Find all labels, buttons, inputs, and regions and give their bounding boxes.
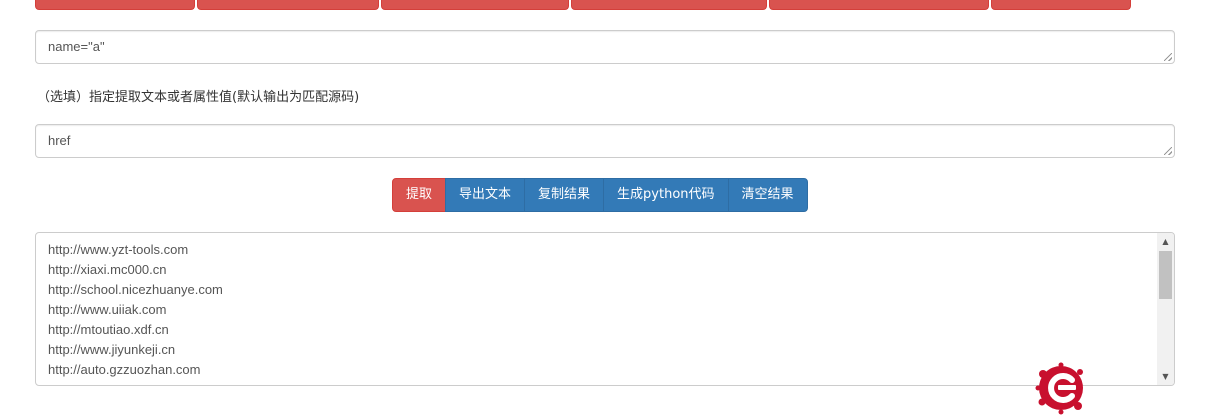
scroll-up-arrow-icon[interactable]: ▲ <box>1157 233 1174 250</box>
top-tab-button[interactable] <box>197 0 379 10</box>
top-button-strip <box>35 0 1131 10</box>
scroll-down-arrow-icon[interactable]: ▼ <box>1157 368 1174 385</box>
attribute-hint-label: （选填）指定提取文本或者属性值(默认输出为匹配源码) <box>37 90 360 105</box>
result-line: http://mtoutiao.xdf.cn <box>48 322 169 337</box>
vertical-scrollbar[interactable]: ▲ ▼ <box>1157 233 1174 385</box>
result-line: http://school.nicezhuanye.com <box>48 282 223 297</box>
extract-button[interactable]: 提取 <box>392 178 447 212</box>
result-line: http://www.yzt-tools.com <box>48 242 189 257</box>
result-line: http://www.jiyunkeji.cn <box>48 342 176 357</box>
generate-python-button[interactable]: 生成python代码 <box>603 178 729 212</box>
selector-input-value: name="a" <box>48 39 105 54</box>
top-tab-button[interactable] <box>381 0 569 10</box>
result-list: http://www.yzt-tools.com http://xiaxi.mc… <box>48 240 223 380</box>
top-tab-button[interactable] <box>769 0 989 10</box>
resize-handle-icon[interactable] <box>1164 53 1172 61</box>
attribute-input-value: href <box>48 133 71 148</box>
copy-result-button[interactable]: 复制结果 <box>524 178 605 212</box>
action-button-group: 提取 导出文本 复制结果 生成python代码 清空结果 <box>392 178 808 212</box>
resize-handle-icon[interactable] <box>1164 147 1172 155</box>
logo-icon <box>1034 360 1090 420</box>
top-tab-button[interactable] <box>991 0 1131 10</box>
result-line: http://auto.gzzuozhan.com <box>48 362 201 377</box>
clear-result-button[interactable]: 清空结果 <box>727 178 808 212</box>
result-line: http://www.uiiak.com <box>48 302 167 317</box>
top-tab-button[interactable] <box>35 0 195 10</box>
top-tab-button[interactable] <box>571 0 767 10</box>
export-text-button[interactable]: 导出文本 <box>445 178 526 212</box>
scrollbar-thumb[interactable] <box>1159 251 1172 299</box>
result-textarea[interactable]: http://www.yzt-tools.com http://xiaxi.mc… <box>35 232 1175 386</box>
selector-input[interactable]: name="a" <box>35 30 1175 64</box>
result-line: http://xiaxi.mc000.cn <box>48 262 167 277</box>
attribute-input[interactable]: href <box>35 124 1175 158</box>
